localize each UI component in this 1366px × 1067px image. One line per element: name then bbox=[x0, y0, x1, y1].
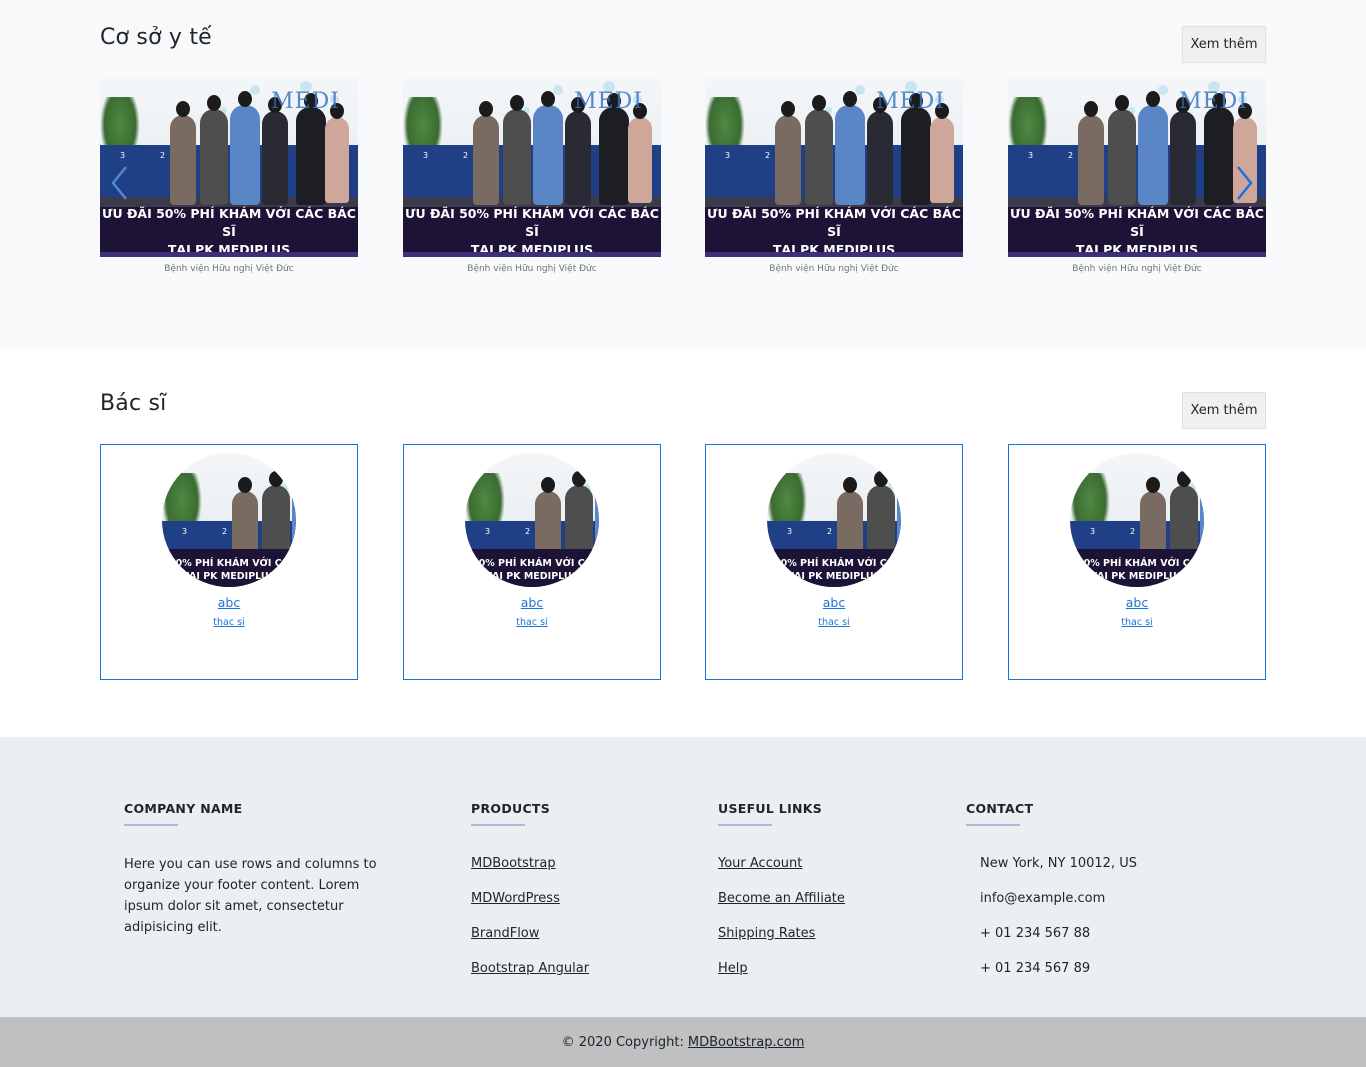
avatar[interactable]: 322150% PHÍ KHÁM VỚI CÁTẠI PK MEDIPLUS bbox=[162, 453, 296, 587]
facility-image[interactable]: 3221MEDIƯU ĐÃI 50% PHÍ KHÁM VỚI CÁC BÁC … bbox=[100, 77, 358, 257]
doctor-card[interactable]: 322150% PHÍ KHÁM VỚI CÁTẠI PK MEDIPLUSab… bbox=[1008, 444, 1266, 680]
promo-banner-line1: 50% PHÍ KHÁM VỚI CÁ bbox=[471, 558, 593, 569]
promo-banner-line1: 50% PHÍ KHÁM VỚI CÁ bbox=[773, 558, 895, 569]
doctors-section: Bác sĩ Xem thêm 322150% PHÍ KHÁM VỚI CÁT… bbox=[0, 349, 1366, 737]
doctors-more-button[interactable]: Xem thêm bbox=[1182, 392, 1266, 429]
facility-image[interactable]: 3221MEDIƯU ĐÃI 50% PHÍ KHÁM VỚI CÁC BÁC … bbox=[705, 77, 963, 257]
facility-caption: Bệnh viện Hữu nghị Việt Đức bbox=[467, 264, 597, 274]
promo-banner-line2: TẠI PK MEDIPLUS bbox=[1090, 571, 1184, 582]
footer-link-mdwordpress[interactable]: MDWordPress bbox=[471, 891, 560, 906]
promo-banner-line1: ƯU ĐÃI 50% PHÍ KHÁM VỚI CÁC BÁC SĨ bbox=[405, 206, 659, 239]
footer-link-help[interactable]: Help bbox=[718, 961, 748, 976]
medi-sign: MEDI bbox=[876, 89, 945, 114]
promo-banner-line2: TẠI PK MEDIPLUS bbox=[787, 571, 881, 582]
facilities-section: Cơ sở y tế Xem thêm 3221MEDIƯU ĐÃI 50% P… bbox=[0, 0, 1366, 349]
promo-banner: 50% PHÍ KHÁM VỚI CÁ TẠI PK MEDIPLUS bbox=[1070, 549, 1204, 587]
footer-useful-links-heading: USEFUL LINKS bbox=[718, 801, 823, 816]
footer-link-brandflow[interactable]: BrandFlow bbox=[471, 926, 539, 941]
promo-banner: ƯU ĐÃI 50% PHÍ KHÁM VỚI CÁC BÁC SĨ TẠI PK… bbox=[403, 206, 661, 257]
promo-artwork: 3221MEDIƯU ĐÃI 50% PHÍ KHÁM VỚI CÁC BÁC … bbox=[705, 77, 963, 257]
footer-link-your-account[interactable]: Your Account bbox=[718, 856, 802, 871]
promo-banner-line1: ƯU ĐÃI 50% PHÍ KHÁM VỚI CÁC BÁC SĨ bbox=[102, 206, 356, 239]
doctor-name-link[interactable]: abc bbox=[404, 595, 660, 610]
facility-image[interactable]: 3221MEDIƯU ĐÃI 50% PHÍ KHÁM VỚI CÁC BÁC … bbox=[1008, 77, 1266, 257]
promo-artwork: 3221MEDIƯU ĐÃI 50% PHÍ KHÁM VỚI CÁC BÁC … bbox=[1008, 77, 1266, 257]
footer: COMPANY NAME Here you can use rows and c… bbox=[0, 737, 1366, 1017]
promo-banner-line1: 50% PHÍ KHÁM VỚI CÁ bbox=[168, 558, 290, 569]
footer-contact-heading: CONTACT bbox=[966, 801, 1034, 816]
contact-address: New York, NY 10012, US bbox=[980, 856, 1137, 871]
contact-phone-2: + 01 234 567 89 bbox=[980, 961, 1091, 976]
avatar[interactable]: 322150% PHÍ KHÁM VỚI CÁTẠI PK MEDIPLUS bbox=[1070, 453, 1204, 587]
footer-company-text: Here you can use rows and columns to org… bbox=[124, 857, 377, 935]
doctor-title-link[interactable]: thac si bbox=[101, 617, 357, 628]
doctor-name-link[interactable]: abc bbox=[1009, 595, 1265, 610]
promo-banner: ƯU ĐÃI 50% PHÍ KHÁM VỚI CÁC BÁC SĨ TẠI PK… bbox=[705, 206, 963, 257]
doctor-name-link[interactable]: abc bbox=[101, 595, 357, 610]
chevron-left-icon[interactable] bbox=[110, 165, 128, 201]
promo-banner: 50% PHÍ KHÁM VỚI CÁ TẠI PK MEDIPLUS bbox=[767, 549, 901, 587]
copyright-bar: © 2020 Copyright: MDBootstrap.com bbox=[0, 1017, 1366, 1067]
footer-divider bbox=[124, 824, 178, 826]
doctor-title-link[interactable]: thac si bbox=[404, 617, 660, 628]
facility-caption: Bệnh viện Hữu nghị Việt Đức bbox=[769, 264, 899, 274]
promo-banner-line1: ƯU ĐÃI 50% PHÍ KHÁM VỚI CÁC BÁC SĨ bbox=[707, 206, 961, 239]
facility-caption: Bệnh viện Hữu nghị Việt Đức bbox=[1072, 264, 1202, 274]
doctor-card[interactable]: 322150% PHÍ KHÁM VỚI CÁTẠI PK MEDIPLUSab… bbox=[403, 444, 661, 680]
footer-products-heading: PRODUCTS bbox=[471, 801, 551, 816]
facility-card[interactable]: 3221MEDIƯU ĐÃI 50% PHÍ KHÁM VỚI CÁC BÁC … bbox=[403, 77, 661, 274]
promo-banner: 50% PHÍ KHÁM VỚI CÁ TẠI PK MEDIPLUS bbox=[465, 549, 599, 587]
promo-artwork: 322150% PHÍ KHÁM VỚI CÁTẠI PK MEDIPLUS bbox=[465, 453, 599, 587]
contact-phone-1: + 01 234 567 88 bbox=[980, 926, 1091, 941]
footer-link-mdbootstrap[interactable]: MDBootstrap bbox=[471, 856, 556, 871]
promo-artwork: 3221MEDIƯU ĐÃI 50% PHÍ KHÁM VỚI CÁC BÁC … bbox=[100, 77, 358, 257]
doctor-card[interactable]: 322150% PHÍ KHÁM VỚI CÁTẠI PK MEDIPLUSab… bbox=[705, 444, 963, 680]
footer-link-shipping-rates[interactable]: Shipping Rates bbox=[718, 926, 815, 941]
contact-email: info@example.com bbox=[980, 891, 1106, 906]
promo-banner-line2: TẠI PK MEDIPLUS bbox=[182, 571, 276, 582]
doctor-title-link[interactable]: thac si bbox=[1009, 617, 1265, 628]
facility-card[interactable]: 3221MEDIƯU ĐÃI 50% PHÍ KHÁM VỚI CÁC BÁC … bbox=[1008, 77, 1266, 274]
promo-artwork: 3221MEDIƯU ĐÃI 50% PHÍ KHÁM VỚI CÁC BÁC … bbox=[403, 77, 661, 257]
footer-divider bbox=[966, 824, 1020, 826]
promo-artwork: 322150% PHÍ KHÁM VỚI CÁTẠI PK MEDIPLUS bbox=[1070, 453, 1204, 587]
footer-link-become-affiliate[interactable]: Become an Affiliate bbox=[718, 891, 845, 906]
promo-artwork: 322150% PHÍ KHÁM VỚI CÁTẠI PK MEDIPLUS bbox=[767, 453, 901, 587]
medi-sign: MEDI bbox=[271, 89, 340, 114]
facility-card[interactable]: 3221MEDIƯU ĐÃI 50% PHÍ KHÁM VỚI CÁC BÁC … bbox=[100, 77, 358, 274]
medi-sign: MEDI bbox=[574, 89, 643, 114]
facilities-more-button[interactable]: Xem thêm bbox=[1182, 26, 1266, 63]
footer-divider bbox=[718, 824, 772, 826]
doctors-title: Bác sĩ bbox=[100, 391, 167, 416]
avatar[interactable]: 322150% PHÍ KHÁM VỚI CÁTẠI PK MEDIPLUS bbox=[465, 453, 599, 587]
promo-banner-line1: ƯU ĐÃI 50% PHÍ KHÁM VỚI CÁC BÁC SĨ bbox=[1010, 206, 1264, 239]
medi-sign: MEDI bbox=[1179, 89, 1248, 114]
facility-image[interactable]: 3221MEDIƯU ĐÃI 50% PHÍ KHÁM VỚI CÁC BÁC … bbox=[403, 77, 661, 257]
promo-banner-line1: 50% PHÍ KHÁM VỚI CÁ bbox=[1076, 558, 1198, 569]
facilities-title: Cơ sở y tế bbox=[100, 25, 212, 50]
facility-caption: Bệnh viện Hữu nghị Việt Đức bbox=[164, 264, 294, 274]
avatar[interactable]: 322150% PHÍ KHÁM VỚI CÁTẠI PK MEDIPLUS bbox=[767, 453, 901, 587]
footer-link-bootstrap-angular[interactable]: Bootstrap Angular bbox=[471, 961, 589, 976]
doctor-title-link[interactable]: thac si bbox=[706, 617, 962, 628]
chevron-right-icon[interactable] bbox=[1236, 165, 1254, 201]
doctor-name-link[interactable]: abc bbox=[706, 595, 962, 610]
copyright-text: © 2020 Copyright: bbox=[561, 1034, 684, 1050]
promo-banner: 50% PHÍ KHÁM VỚI CÁ TẠI PK MEDIPLUS bbox=[162, 549, 296, 587]
facility-card[interactable]: 3221MEDIƯU ĐÃI 50% PHÍ KHÁM VỚI CÁC BÁC … bbox=[705, 77, 963, 274]
promo-banner: ƯU ĐÃI 50% PHÍ KHÁM VỚI CÁC BÁC SĨ TẠI PK… bbox=[1008, 206, 1266, 257]
footer-divider bbox=[471, 824, 525, 826]
doctor-card[interactable]: 322150% PHÍ KHÁM VỚI CÁTẠI PK MEDIPLUSab… bbox=[100, 444, 358, 680]
promo-banner-line2: TẠI PK MEDIPLUS bbox=[485, 571, 579, 582]
footer-company-heading: COMPANY NAME bbox=[124, 801, 243, 816]
promo-artwork: 322150% PHÍ KHÁM VỚI CÁTẠI PK MEDIPLUS bbox=[162, 453, 296, 587]
copyright-link[interactable]: MDBootstrap.com bbox=[688, 1035, 804, 1050]
promo-banner: ƯU ĐÃI 50% PHÍ KHÁM VỚI CÁC BÁC SĨ TẠI PK… bbox=[100, 206, 358, 257]
